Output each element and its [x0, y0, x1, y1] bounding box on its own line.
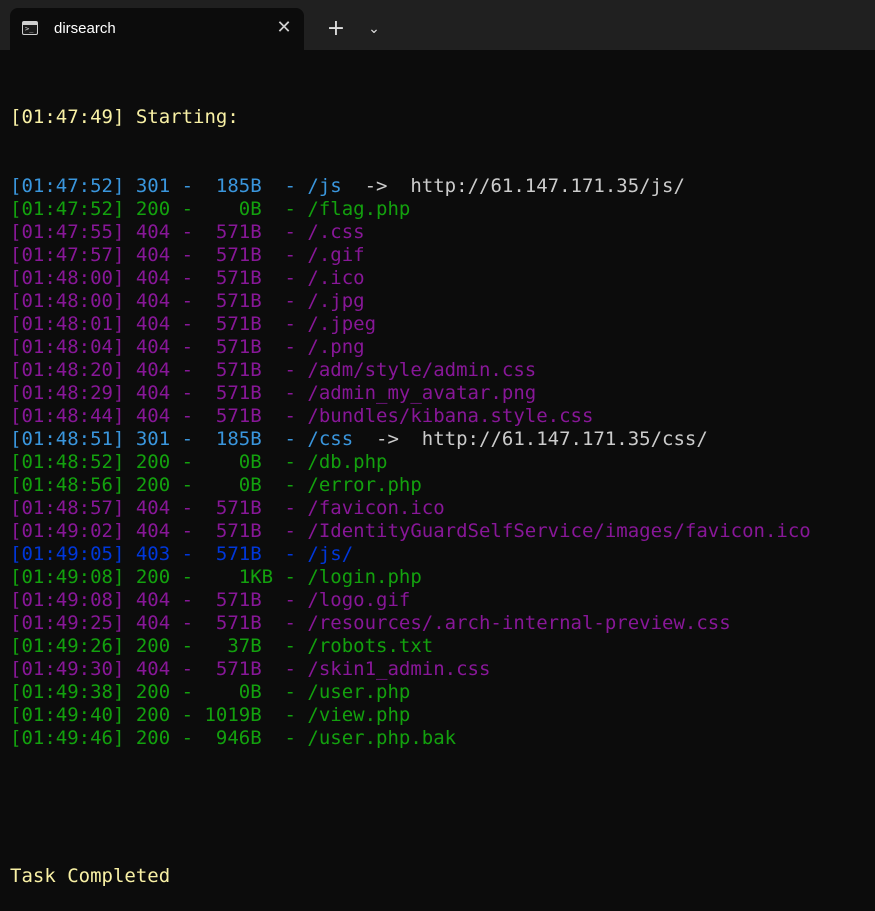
result-list: [01:47:52] 301 - 185B - /js -> http://61…	[10, 175, 870, 750]
result-line: [01:48:52] 200 - 0B - /db.php	[10, 451, 870, 474]
redirect-target: -> http://61.147.171.35/css/	[353, 428, 708, 450]
result-line: [01:49:08] 200 - 1KB - /login.php	[10, 566, 870, 589]
result-line: [01:48:44] 404 - 571B - /bundles/kibana.…	[10, 405, 870, 428]
result-text: [01:49:38] 200 - 0B - /user.php	[10, 681, 411, 703]
result-line: [01:48:56] 200 - 0B - /error.php	[10, 474, 870, 497]
redirect-target: -> http://61.147.171.35/js/	[341, 175, 685, 197]
result-line: [01:49:46] 200 - 946B - /user.php.bak	[10, 727, 870, 750]
result-text: [01:48:00] 404 - 571B - /.ico	[10, 267, 365, 289]
result-text: [01:48:20] 404 - 571B - /adm/style/admin…	[10, 359, 537, 381]
result-text: [01:49:08] 404 - 571B - /logo.gif	[10, 589, 411, 611]
result-line: [01:47:57] 404 - 571B - /.gif	[10, 244, 870, 267]
result-text: [01:49:40] 200 - 1019B - /view.php	[10, 704, 411, 726]
close-icon[interactable]: ✕	[273, 17, 295, 39]
result-text: [01:49:46] 200 - 946B - /user.php.bak	[10, 727, 457, 749]
result-line: [01:48:00] 404 - 571B - /.ico	[10, 267, 870, 290]
result-text: [01:47:55] 404 - 571B - /.css	[10, 221, 365, 243]
result-text: [01:48:29] 404 - 571B - /admin_my_avatar…	[10, 382, 537, 404]
result-text: [01:47:52] 200 - 0B - /flag.php	[10, 198, 411, 220]
result-text: [01:49:02] 404 - 571B - /IdentityGuardSe…	[10, 520, 811, 542]
terminal-output: [01:47:49] Starting: [01:47:52] 301 - 18…	[10, 60, 870, 911]
result-text: [01:48:57] 404 - 571B - /favicon.ico	[10, 497, 445, 519]
result-text: [01:47:52] 301 - 185B - /js	[10, 175, 342, 197]
result-text: [01:49:25] 404 - 571B - /resources/.arch…	[10, 612, 731, 634]
result-line: [01:49:05] 403 - 571B - /js/	[10, 543, 870, 566]
result-line: [01:49:08] 404 - 571B - /logo.gif	[10, 589, 870, 612]
result-text: [01:48:56] 200 - 0B - /error.php	[10, 474, 422, 496]
result-line: [01:48:04] 404 - 571B - /.png	[10, 336, 870, 359]
result-line: [01:49:26] 200 - 37B - /robots.txt	[10, 635, 870, 658]
result-line: [01:48:01] 404 - 571B - /.jpeg	[10, 313, 870, 336]
new-tab-button[interactable]: +	[322, 15, 350, 43]
result-line: [01:47:52] 200 - 0B - /flag.php	[10, 198, 870, 221]
completed-line: Task Completed	[10, 865, 171, 887]
result-text: [01:48:04] 404 - 571B - /.png	[10, 336, 365, 358]
result-text: [01:48:51] 301 - 185B - /css	[10, 428, 354, 450]
terminal-icon: >_	[22, 21, 38, 35]
start-line: [01:47:49] Starting:	[10, 106, 239, 128]
result-line: [01:49:25] 404 - 571B - /resources/.arch…	[10, 612, 870, 635]
tab-dirsearch[interactable]: >_ dirsearch ✕	[10, 8, 304, 50]
result-text: [01:49:05] 403 - 571B - /js/	[10, 543, 354, 565]
chevron-down-icon[interactable]: ⌄	[360, 15, 388, 43]
result-line: [01:47:52] 301 - 185B - /js -> http://61…	[10, 175, 870, 198]
result-text: [01:48:44] 404 - 571B - /bundles/kibana.…	[10, 405, 594, 427]
tab-title: dirsearch	[54, 20, 116, 37]
result-text: [01:48:52] 200 - 0B - /db.php	[10, 451, 388, 473]
result-text: [01:49:30] 404 - 571B - /skin1_admin.css	[10, 658, 491, 680]
result-text: [01:49:08] 200 - 1KB - /login.php	[10, 566, 422, 588]
title-bar: >_ dirsearch ✕ + ⌄	[0, 0, 875, 50]
result-text: [01:47:57] 404 - 571B - /.gif	[10, 244, 365, 266]
result-line: [01:49:40] 200 - 1019B - /view.php	[10, 704, 870, 727]
result-line: [01:48:20] 404 - 571B - /adm/style/admin…	[10, 359, 870, 382]
result-line: [01:49:38] 200 - 0B - /user.php	[10, 681, 870, 704]
result-line: [01:48:57] 404 - 571B - /favicon.ico	[10, 497, 870, 520]
result-line: [01:47:55] 404 - 571B - /.css	[10, 221, 870, 244]
result-text: [01:48:00] 404 - 571B - /.jpg	[10, 290, 365, 312]
result-text: [01:49:26] 200 - 37B - /robots.txt	[10, 635, 434, 657]
result-line: [01:49:02] 404 - 571B - /IdentityGuardSe…	[10, 520, 870, 543]
result-text: [01:48:01] 404 - 571B - /.jpeg	[10, 313, 377, 335]
result-line: [01:48:51] 301 - 185B - /css -> http://6…	[10, 428, 870, 451]
result-line: [01:48:00] 404 - 571B - /.jpg	[10, 290, 870, 313]
result-line: [01:48:29] 404 - 571B - /admin_my_avatar…	[10, 382, 870, 405]
result-line: [01:49:30] 404 - 571B - /skin1_admin.css	[10, 658, 870, 681]
